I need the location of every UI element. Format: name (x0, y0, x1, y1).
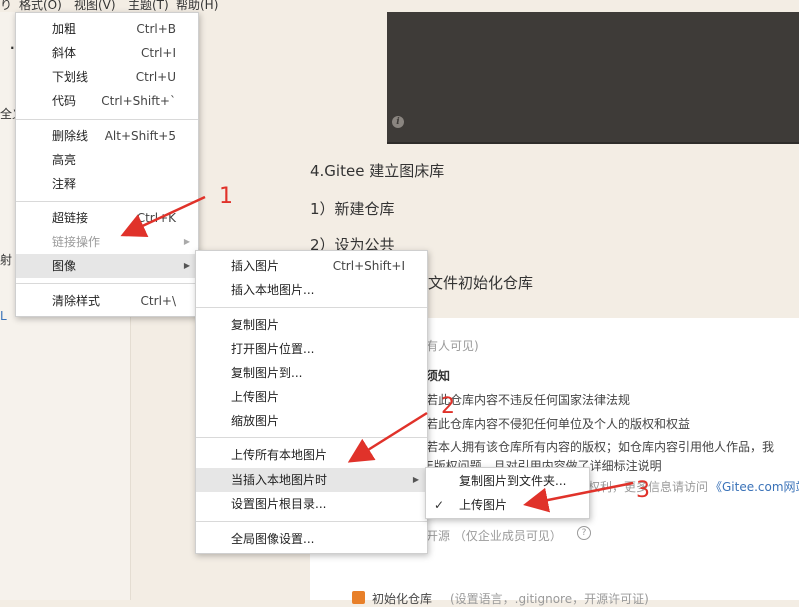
menu-separator (16, 201, 198, 202)
menu-item-label: 上传图片 (231, 390, 280, 404)
menu-item-label: 打开图片位置... (231, 342, 315, 356)
menu-theme[interactable]: 主题(T) (128, 0, 169, 12)
menubar-fragment: り (0, 0, 13, 12)
menubar: り 格式(O) 视图(V) 主题(T) 帮助(H) (0, 0, 799, 12)
sidebar-fragment: . (10, 38, 15, 52)
menu-item-when-inserting-local-image[interactable]: 当插入本地图片时 ▶ (196, 468, 427, 492)
menu-view[interactable]: 视图(V) (74, 0, 116, 12)
menu-item-global-image-settings[interactable]: 全局图像设置... (196, 527, 427, 551)
annotation-label-1: 1 (219, 184, 233, 209)
menu-separator (16, 283, 198, 284)
visibility-text: 有人可见) (426, 339, 479, 353)
image-submenu: 插入图片 Ctrl+Shift+I 插入本地图片... 复制图片 打开图片位置.… (195, 250, 428, 554)
menu-item-copy-image-to-folder[interactable]: 复制图片到文件夹... (426, 469, 589, 493)
menu-item-label: 斜体 (52, 46, 77, 60)
gitee-terms-link[interactable]: 《Gitee.com网站使 (710, 478, 799, 495)
menu-item-label: 加粗 (52, 22, 77, 36)
insert-local-image-submenu: 复制图片到文件夹... ✓ 上传图片 (425, 467, 590, 519)
sidebar-fragment: 射 (0, 253, 13, 267)
menu-item-label: 注释 (52, 177, 77, 191)
menu-item-highlight[interactable]: 高亮 (16, 148, 198, 172)
shortcut: Ctrl+B (136, 22, 176, 36)
menu-item-label: 超链接 (52, 211, 89, 225)
menu-item-bold[interactable]: 加粗 Ctrl+B (16, 17, 198, 41)
menu-item-label: 高亮 (52, 153, 77, 167)
menu-item-label: 清除样式 (52, 294, 101, 308)
menu-item-insert-image[interactable]: 插入图片 Ctrl+Shift+I (196, 254, 427, 278)
info-icon: i (392, 116, 404, 128)
shortcut: Ctrl+Shift+` (101, 94, 176, 108)
menu-item-underline[interactable]: 下划线 Ctrl+U (16, 65, 198, 89)
menu-help[interactable]: 帮助(H) (176, 0, 218, 12)
submenu-arrow-icon: ▶ (183, 237, 190, 246)
sidebar-fragment[interactable]: L (0, 309, 7, 323)
menu-item-label: 插入图片 (231, 259, 280, 273)
menu-item-zoom-image[interactable]: 缩放图片 (196, 409, 427, 433)
doc-heading: 4.Gitee 建立图床库 (310, 162, 445, 180)
menu-item-label: 删除线 (52, 129, 89, 143)
menu-item-code[interactable]: 代码 Ctrl+Shift+` (16, 89, 198, 113)
menu-item-label: 设置图片根目录... (231, 497, 327, 511)
menu-item-label: 链接操作 (52, 235, 101, 249)
menu-item-clear-style[interactable]: 清除样式 Ctrl+\ (16, 289, 198, 313)
menu-item-upload-all-local-images[interactable]: 上传所有本地图片 (196, 443, 427, 467)
menu-item-label: 复制图片到文件夹... (459, 474, 567, 488)
check-icon: ✓ (434, 498, 445, 512)
menu-item-label: 下划线 (52, 70, 89, 84)
format-menu: 加粗 Ctrl+B 斜体 Ctrl+I 下划线 Ctrl+U 代码 Ctrl+S… (15, 12, 199, 317)
embedded-image (387, 12, 799, 144)
menu-item-upload-image-option[interactable]: ✓ 上传图片 (426, 493, 589, 517)
menu-item-copy-image[interactable]: 复制图片 (196, 313, 427, 337)
doc-step: 1）新建仓库 (310, 200, 395, 218)
doc-step: 文件初始化仓库 (428, 274, 534, 292)
shortcut: Ctrl+I (141, 46, 176, 60)
menu-item-upload-image[interactable]: 上传图片 (196, 385, 427, 409)
menu-separator (196, 307, 427, 308)
menu-item-label: 代码 (52, 94, 77, 108)
menu-item-label: 全局图像设置... (231, 532, 315, 546)
init-repo-desc: (设置语言，.gitignore，开源许可证) (450, 592, 649, 606)
shortcut: Ctrl+Shift+I (332, 259, 405, 273)
shortcut: Alt+Shift+5 (104, 129, 176, 143)
submenu-arrow-icon: ▶ (412, 475, 419, 484)
menu-item-label: 图像 (52, 259, 77, 273)
menu-item-label: 复制图片到... (231, 366, 303, 380)
shortcut: Ctrl+K (136, 211, 176, 225)
shortcut: Ctrl+U (135, 70, 176, 84)
menu-item-label: 复制图片 (231, 318, 280, 332)
menu-item-open-image-location[interactable]: 打开图片位置... (196, 337, 427, 361)
notice-rule: 若此仓库内容不侵犯任何单位及个人的版权和权益 (426, 417, 691, 431)
menu-item-label: 插入本地图片... (231, 283, 315, 297)
notice-title: 须知 (426, 369, 451, 383)
submenu-arrow-icon: ▶ (183, 261, 190, 270)
shortcut: Ctrl+\ (140, 294, 176, 308)
menu-item-set-image-root[interactable]: 设置图片根目录... (196, 492, 427, 516)
menu-item-copy-image-to[interactable]: 复制图片到... (196, 361, 427, 385)
menu-item-link-actions: 链接操作 ▶ (16, 230, 198, 254)
init-repo-label: 初始化仓库 (372, 592, 433, 606)
menu-item-insert-local-image[interactable]: 插入本地图片... (196, 278, 427, 302)
open-source-text: 开源 （仅企业成员可见） (426, 529, 562, 543)
menu-separator (16, 119, 198, 120)
menu-item-label: 上传所有本地图片 (231, 448, 328, 462)
menu-separator (196, 521, 427, 522)
help-icon[interactable]: ? (577, 526, 591, 540)
menu-item-italic[interactable]: 斜体 Ctrl+I (16, 41, 198, 65)
menu-item-label: 上传图片 (459, 498, 508, 512)
annotation-label-2: 2 (441, 394, 455, 419)
notice-rule: 若此仓库内容不违反任何国家法律法规 (426, 393, 631, 407)
menu-format[interactable]: 格式(O) (19, 0, 62, 12)
menu-item-label: 缩放图片 (231, 414, 280, 428)
menu-item-label: 当插入本地图片时 (231, 473, 328, 487)
menu-item-hyperlink[interactable]: 超链接 Ctrl+K (16, 206, 198, 230)
menu-separator (196, 437, 427, 438)
menu-item-strikethrough[interactable]: 删除线 Alt+Shift+5 (16, 124, 198, 148)
menu-item-image[interactable]: 图像 ▶ (16, 254, 198, 278)
init-checkbox[interactable] (352, 591, 365, 604)
annotation-label-3: 3 (636, 478, 650, 503)
notice-rule: 若本人拥有该仓库所有内容的版权；如仓库内容引用他人作品，我 (426, 440, 775, 454)
menu-item-comment[interactable]: 注释 (16, 172, 198, 196)
